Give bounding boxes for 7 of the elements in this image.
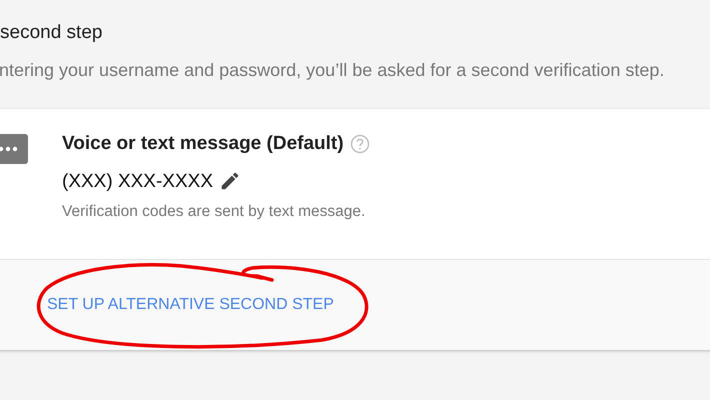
section-description: ntering your username and password, you’ll be asked for a second verification step. bbox=[0, 60, 666, 81]
method-title: Voice or text message (Default) bbox=[62, 133, 344, 155]
pencil-icon[interactable] bbox=[219, 170, 241, 192]
setup-alternative-link[interactable]: SET UP ALTERNATIVE SECOND STEP bbox=[47, 296, 334, 314]
section-title: second step bbox=[0, 21, 104, 44]
method-note: Verification codes are sent by text message. bbox=[62, 203, 366, 221]
phone-number: (XXX) XXX-XXXX bbox=[62, 171, 213, 193]
